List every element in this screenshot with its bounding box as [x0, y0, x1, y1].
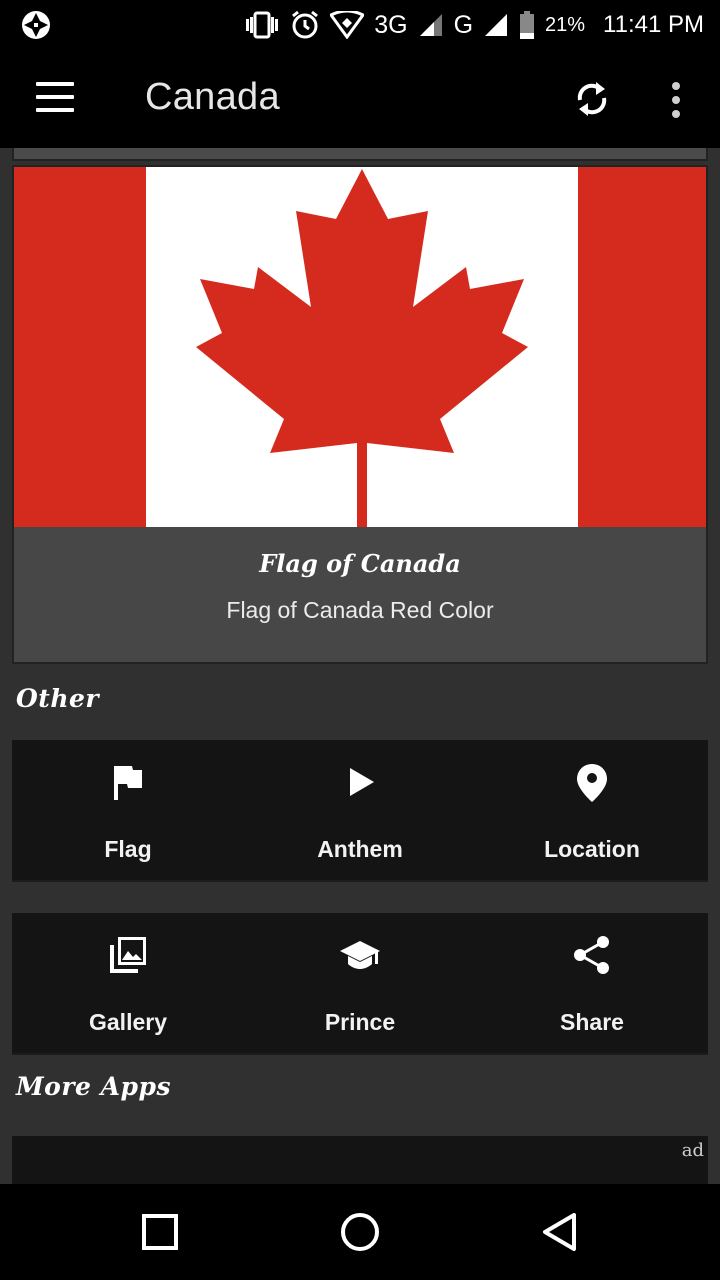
- signal-icon-2: [485, 14, 508, 36]
- battery-icon: [520, 11, 535, 39]
- status-bar: 3G G 21% 11:41 PM: [0, 0, 720, 50]
- vibrate-icon: [246, 11, 279, 39]
- flag-button-label: Flag: [104, 836, 152, 862]
- flag-button[interactable]: Flag: [12, 740, 244, 882]
- location-pin-icon: [577, 764, 607, 802]
- section-heading-other: Other: [16, 684, 100, 713]
- battery-percent: 21%: [545, 13, 586, 36]
- wifi-icon: [330, 11, 365, 39]
- gallery-button[interactable]: Gallery: [12, 913, 244, 1055]
- gallery-icon: [110, 937, 146, 973]
- network-type-g: G: [453, 10, 474, 39]
- hamburger-icon: [36, 82, 74, 86]
- button-row-1: Flag Anthem Location: [12, 740, 708, 882]
- location-button[interactable]: Location: [476, 740, 708, 882]
- flag-card-title: Flag of Canada: [259, 549, 461, 578]
- graduation-cap-icon: [340, 941, 380, 969]
- back-icon[interactable]: [540, 1212, 580, 1252]
- recents-icon[interactable]: [140, 1212, 180, 1252]
- flag-card-subtitle: Flag of Canada Red Color: [226, 597, 494, 623]
- camera-aperture-icon: [22, 11, 50, 39]
- overflow-menu-button[interactable]: [664, 80, 688, 120]
- location-button-label: Location: [544, 836, 640, 862]
- clock-time: 11:41 PM: [603, 11, 704, 38]
- page-title: Canada: [145, 76, 280, 118]
- network-type-3g: 3G: [374, 10, 408, 39]
- previous-card-edge: [12, 148, 708, 161]
- navigation-bar: [0, 1184, 720, 1280]
- canada-flag-image: [14, 167, 706, 527]
- menu-button[interactable]: [36, 80, 76, 114]
- anthem-button-label: Anthem: [317, 836, 403, 862]
- signal-icon: [419, 14, 442, 36]
- prince-button-label: Prince: [324, 1009, 396, 1035]
- anthem-button[interactable]: Anthem: [244, 740, 476, 882]
- gallery-button-label: Gallery: [89, 1009, 167, 1035]
- flag-icon: [114, 766, 142, 800]
- ad-label: ad: [681, 1140, 704, 1161]
- share-icon: [574, 936, 609, 974]
- button-row-2: Gallery Prince Share: [12, 913, 708, 1055]
- section-heading-more-apps: More Apps: [16, 1072, 172, 1101]
- flag-card[interactable]: Flag of Canada Flag of Canada Red Color: [12, 165, 708, 664]
- share-button-label: Share: [560, 1009, 624, 1035]
- prince-button[interactable]: Prince: [244, 913, 476, 1055]
- home-icon[interactable]: [340, 1212, 380, 1252]
- ad-banner[interactable]: ad: [12, 1136, 708, 1184]
- refresh-icon[interactable]: [572, 78, 612, 120]
- alarm-icon: [292, 10, 319, 39]
- play-icon: [350, 768, 374, 796]
- app-bar: Canada: [0, 50, 720, 148]
- more-vert-icon: [672, 82, 680, 90]
- share-button[interactable]: Share: [476, 913, 708, 1055]
